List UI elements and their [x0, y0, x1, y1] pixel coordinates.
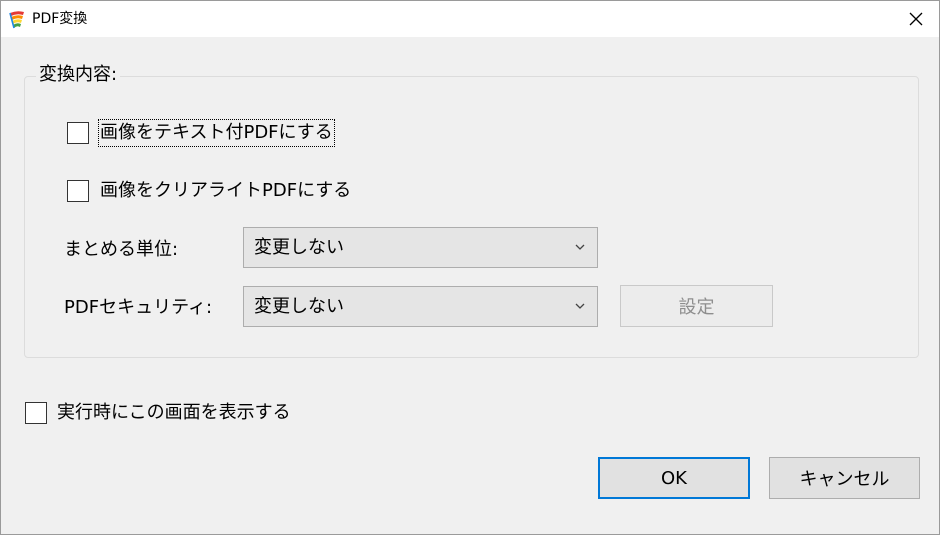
- clear-light-pdf-checkbox[interactable]: 画像をクリアライトPDFにする: [67, 179, 351, 203]
- show-on-run-label: 実行時にこの画面を表示する: [57, 402, 291, 423]
- chevron-down-icon: [575, 303, 585, 309]
- unit-select[interactable]: 変更しない: [243, 227, 598, 268]
- checkbox-box[interactable]: [67, 122, 89, 144]
- security-settings-button[interactable]: 設定: [620, 285, 773, 327]
- ok-button[interactable]: OK: [598, 457, 750, 499]
- app-icon: [9, 11, 24, 29]
- unit-label: まとめる単位:: [64, 239, 179, 260]
- unit-select-value: 変更しない: [254, 236, 344, 258]
- security-select-value: 変更しない: [254, 295, 344, 317]
- cancel-button[interactable]: キャンセル: [769, 457, 920, 499]
- close-button[interactable]: [893, 1, 939, 37]
- security-select[interactable]: 変更しない: [243, 286, 598, 327]
- group-title: 変換内容:: [36, 63, 121, 87]
- clear-light-pdf-label: 画像をクリアライトPDFにする: [100, 180, 352, 201]
- security-label: PDFセキュリティ:: [64, 297, 213, 318]
- show-on-run-checkbox[interactable]: 実行時にこの画面を表示する: [25, 401, 291, 425]
- chevron-down-icon: [575, 244, 585, 250]
- checkbox-box[interactable]: [67, 180, 89, 202]
- text-pdf-label: 画像をテキスト付PDFにする: [98, 119, 335, 147]
- text-pdf-checkbox[interactable]: 画像をテキスト付PDFにする: [67, 119, 335, 147]
- pdf-convert-dialog: PDF変換 変換内容: 画像をテキスト付PDFにする 画像をクリアライトPDFに…: [0, 0, 940, 535]
- close-icon: [909, 12, 923, 26]
- title-bar: PDF変換: [1, 1, 939, 37]
- checkbox-box[interactable]: [25, 402, 47, 424]
- window-title: PDF変換: [32, 11, 88, 27]
